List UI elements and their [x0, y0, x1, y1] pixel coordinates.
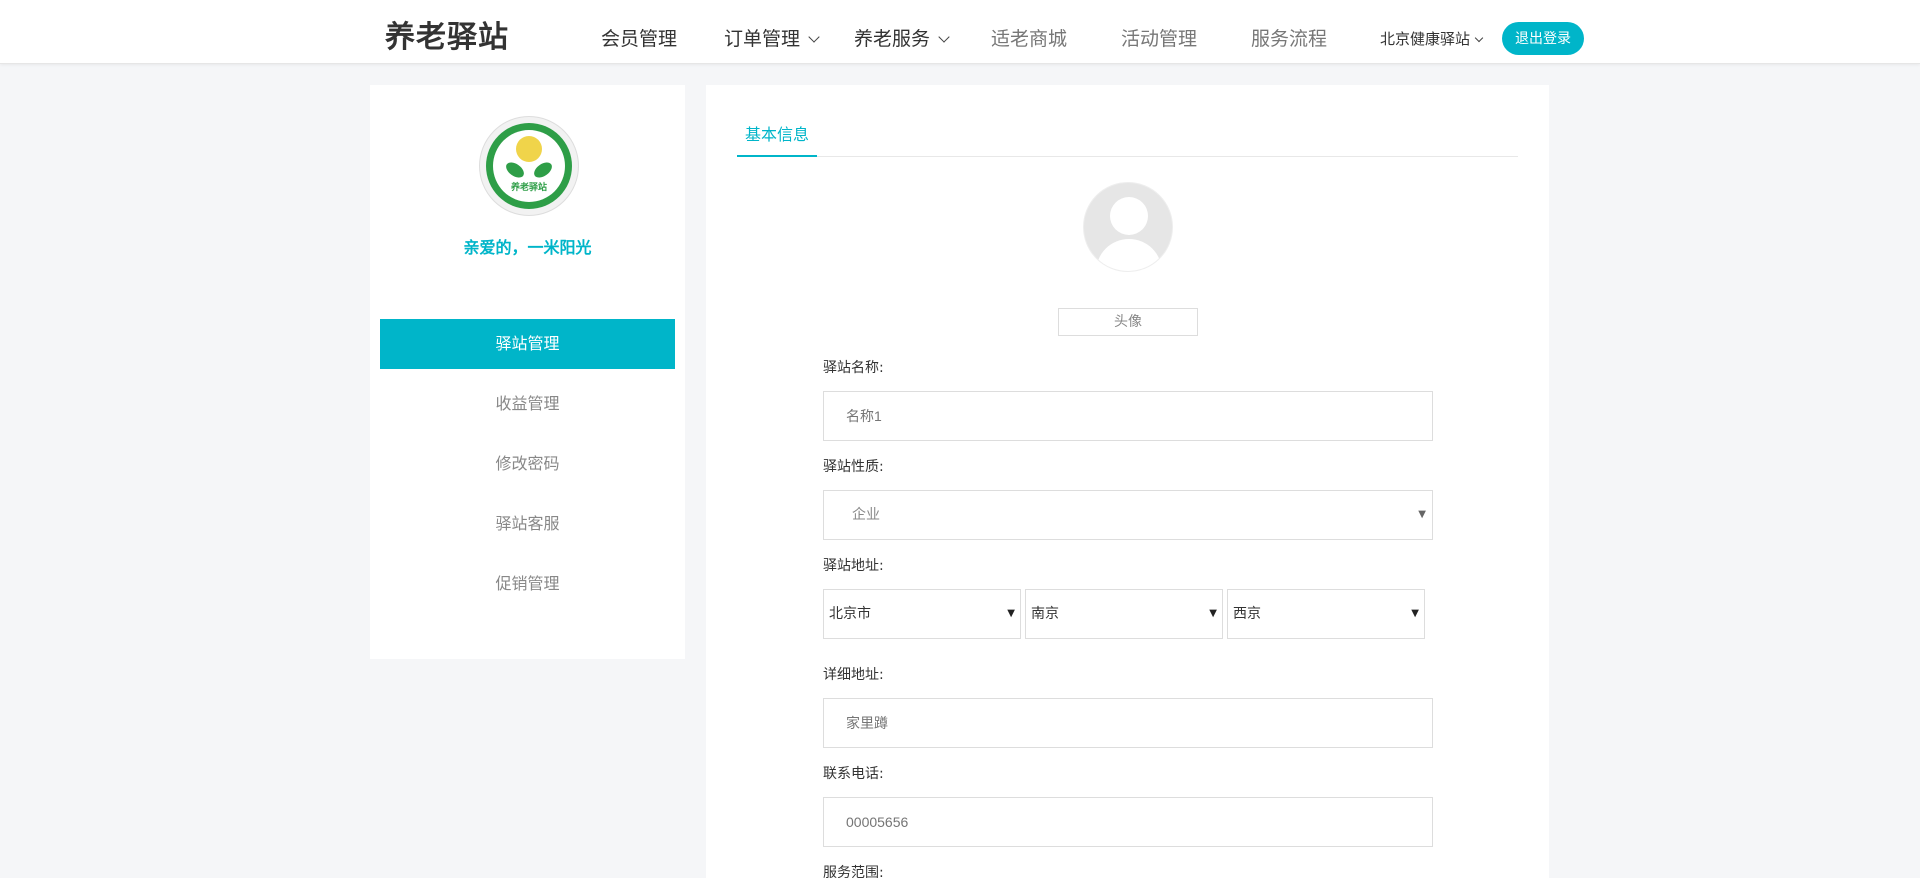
- upload-avatar-button[interactable]: 头像: [1058, 308, 1198, 336]
- district-select[interactable]: 西京 ▼: [1227, 589, 1425, 639]
- top-header: 养老驿站 会员管理 订单管理 养老服务 适老商城 活动管理 服务流程 北京健康驿…: [0, 0, 1920, 64]
- portrait-placeholder-icon[interactable]: [1083, 182, 1173, 272]
- city-select[interactable]: 南京 ▼: [1025, 589, 1223, 639]
- nav-service-flow[interactable]: 服务流程: [1251, 24, 1327, 51]
- station-nature-label: 驿站性质:: [823, 459, 884, 475]
- sidebar-item-revenue-management[interactable]: 收益管理: [380, 379, 675, 429]
- caret-down-icon: ▼: [1007, 608, 1015, 619]
- sidebar-menu: 驿站管理 收益管理 修改密码 驿站客服 促销管理: [380, 319, 675, 619]
- nav-label: 订单管理: [724, 28, 801, 50]
- detail-address-input[interactable]: [823, 698, 1433, 748]
- nav-activity-management[interactable]: 活动管理: [1121, 24, 1197, 51]
- station-address-label: 驿站地址:: [823, 558, 884, 574]
- main-panel: 基本信息 头像 驿站名称: 驿站性质: 企业 ▼ 驿站地址: 北京市 ▼ 南京 …: [706, 85, 1549, 878]
- sidebar-item-customer-service[interactable]: 驿站客服: [380, 499, 675, 549]
- chevron-down-icon: [938, 31, 950, 43]
- sidebar-item-change-password[interactable]: 修改密码: [380, 439, 675, 489]
- tab-bar: 基本信息: [737, 85, 1518, 157]
- phone-label: 联系电话:: [823, 766, 884, 782]
- sidebar: 养老驿站 亲爱的，一米阳光 驿站管理 收益管理 修改密码 驿站客服 促销管理: [370, 85, 685, 659]
- station-name-input[interactable]: [823, 391, 1433, 441]
- logo-text: 养老驿站: [510, 183, 547, 193]
- tab-basic-info[interactable]: 基本信息: [737, 121, 818, 157]
- nav-label: 活动管理: [1121, 28, 1198, 50]
- caret-down-icon: ▼: [1209, 608, 1217, 619]
- nav-label: 会员管理: [601, 28, 678, 50]
- province-select[interactable]: 北京市 ▼: [823, 589, 1021, 639]
- avatar: 养老驿站: [479, 116, 579, 216]
- caret-down-icon: ▼: [1411, 608, 1419, 619]
- station-logo-icon: 养老驿站: [486, 123, 572, 209]
- district-value: 西京: [1233, 606, 1261, 622]
- chevron-down-icon: [808, 31, 820, 43]
- nav-elder-mall[interactable]: 适老商城: [991, 24, 1067, 51]
- caret-down-icon: ▼: [1418, 509, 1426, 520]
- phone-input[interactable]: [823, 797, 1433, 847]
- station-nature-value: 企业: [852, 507, 880, 523]
- user-greeting: 亲爱的，一米阳光: [463, 238, 592, 257]
- province-value: 北京市: [829, 606, 871, 622]
- station-name-label: 驿站名称:: [823, 360, 884, 376]
- sidebar-item-station-management[interactable]: 驿站管理: [380, 319, 675, 369]
- nav-elder-service[interactable]: 养老服务: [854, 24, 950, 51]
- nav-order-management[interactable]: 订单管理: [724, 24, 820, 51]
- nav-member-management[interactable]: 会员管理: [601, 24, 677, 51]
- service-scope-label: 服务范围:: [823, 865, 884, 878]
- detail-address-label: 详细地址:: [823, 667, 884, 683]
- nav-label: 适老商城: [991, 28, 1068, 50]
- logout-button[interactable]: 退出登录: [1502, 22, 1584, 55]
- chevron-down-icon: [1474, 33, 1484, 43]
- nav-label: 服务流程: [1251, 28, 1328, 50]
- station-nature-select[interactable]: 企业 ▼: [823, 490, 1433, 540]
- city-value: 南京: [1031, 606, 1059, 622]
- brand-title: 养老驿站: [385, 20, 509, 55]
- station-name: 北京健康驿站: [1380, 30, 1471, 48]
- nav-label: 养老服务: [854, 28, 931, 50]
- station-selector[interactable]: 北京健康驿站: [1380, 28, 1484, 49]
- sidebar-item-promotion-management[interactable]: 促销管理: [380, 559, 675, 609]
